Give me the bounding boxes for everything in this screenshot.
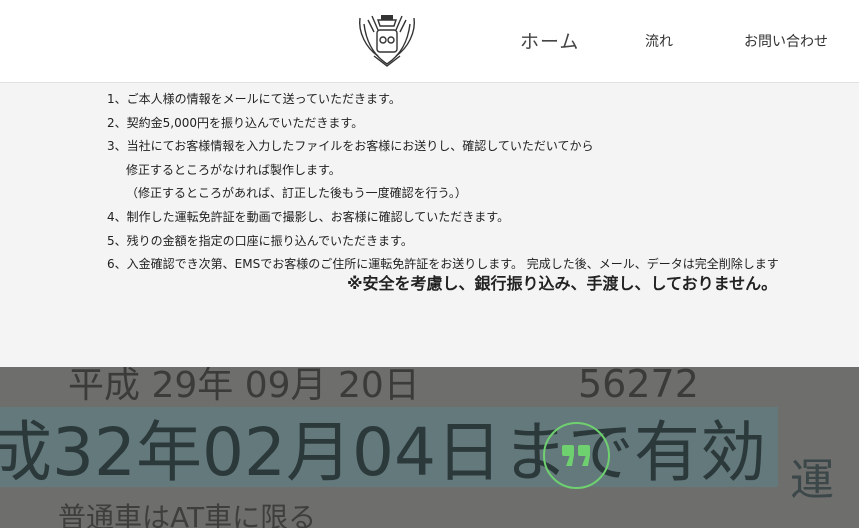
- step-item: 5、残りの金額を指定の口座に振り込んでいただきます。: [107, 233, 413, 248]
- step-item: 3、当社にてお客様情報を入力したファイルをお客様にお送りし、確認していただいてか…: [107, 139, 594, 154]
- step-item: 2、契約金5,000円を振り込んでいただきます。: [107, 115, 364, 130]
- nav-contact-link[interactable]: お問い合わせ: [744, 31, 828, 51]
- safety-notice: ※安全を考慮し、銀行振り込み、手渡し、しておりません。: [347, 274, 778, 293]
- quote-icon: [562, 445, 590, 466]
- banner-line3: 普通車はAT車に限る: [58, 501, 316, 528]
- nav-flow-link[interactable]: 流れ: [645, 31, 673, 51]
- step-item: （修正するところがあれば、訂正した後もう一度確認を行う。）: [126, 186, 467, 201]
- site-header: ホーム 流れ お問い合わせ: [0, 0, 859, 83]
- quote-button[interactable]: [543, 422, 610, 489]
- step-item: 修正するところがなければ製作します。: [126, 162, 341, 177]
- nav-home-link[interactable]: ホーム: [520, 27, 579, 54]
- steps-list: 1、ご本人様の情報をメールにて送っていただきます。 2、契約金5,000円を振り…: [107, 88, 779, 277]
- banner-line2-side: 運: [790, 455, 834, 506]
- flow-section: 1、ご本人様の情報をメールにて送っていただきます。 2、契約金5,000円を振り…: [0, 84, 859, 367]
- banner-line1-number: 56272: [578, 367, 699, 406]
- banner-line1: 平成 29年 09月 20日: [68, 367, 420, 406]
- banner-line2: 成32年02月04日まで有効: [0, 414, 766, 491]
- license-banner-image: 平成 29年 09月 20日 56272 成32年02月04日まで有効 運 普通…: [0, 367, 859, 528]
- crest-logo-icon[interactable]: [356, 10, 418, 70]
- step-item: 1、ご本人様の情報をメールにて送っていただきます。: [107, 92, 401, 106]
- step-item: 4、制作した運転免許証を動画で撮影し、お客様に確認していただきます。: [107, 209, 510, 224]
